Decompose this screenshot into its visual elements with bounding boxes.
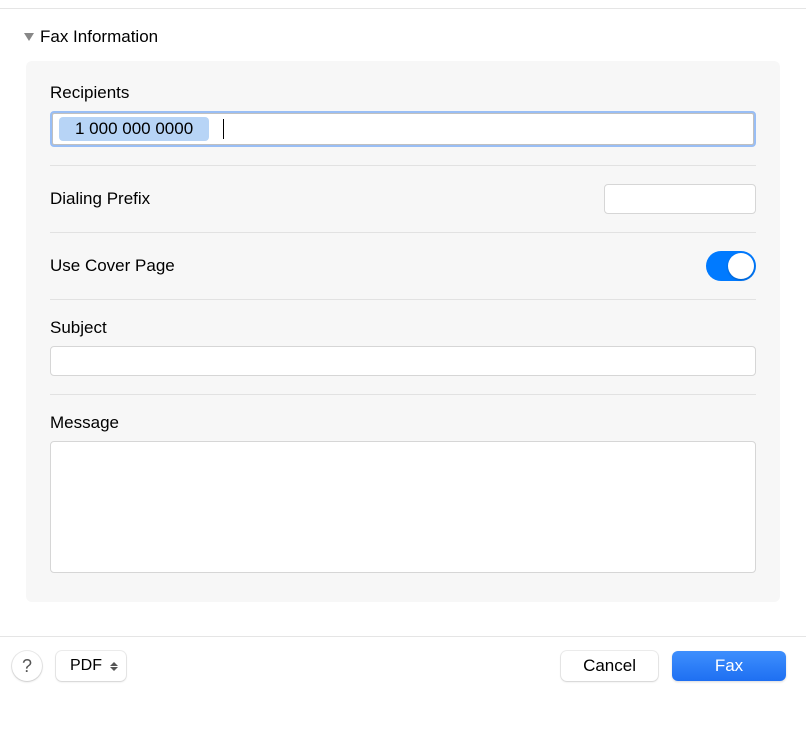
recipients-input[interactable]: 1 000 000 0000 xyxy=(50,111,756,147)
bottom-bar: ? PDF Cancel Fax xyxy=(0,651,806,681)
fax-button[interactable]: Fax xyxy=(672,651,786,681)
left-controls: ? PDF xyxy=(12,651,126,681)
divider xyxy=(50,232,756,233)
pdf-dropdown[interactable]: PDF xyxy=(56,651,126,681)
recipients-label: Recipients xyxy=(50,83,756,103)
use-cover-page-label: Use Cover Page xyxy=(50,256,175,276)
recipients-field-group: Recipients 1 000 000 0000 xyxy=(50,83,756,147)
fax-form: Recipients 1 000 000 0000 Dialing Prefix… xyxy=(26,61,780,602)
message-label: Message xyxy=(50,413,756,433)
section-header: Fax Information xyxy=(0,9,806,61)
help-icon: ? xyxy=(22,656,32,677)
subject-field-group: Subject xyxy=(50,318,756,376)
dialing-prefix-row: Dialing Prefix xyxy=(50,184,756,214)
use-cover-page-row: Use Cover Page xyxy=(50,251,756,281)
bottom-divider xyxy=(0,636,806,637)
subject-input[interactable] xyxy=(50,346,756,376)
cursor-caret-icon xyxy=(223,119,224,139)
use-cover-page-toggle[interactable] xyxy=(706,251,756,281)
right-controls: Cancel Fax xyxy=(561,651,786,681)
divider xyxy=(50,299,756,300)
message-field-group: Message xyxy=(50,413,756,578)
divider xyxy=(50,165,756,166)
dialing-prefix-input[interactable] xyxy=(604,184,756,214)
help-button[interactable]: ? xyxy=(12,651,42,681)
dialing-prefix-label: Dialing Prefix xyxy=(50,189,150,209)
pdf-label: PDF xyxy=(70,657,102,675)
toggle-knob xyxy=(728,253,754,279)
recipient-chip[interactable]: 1 000 000 0000 xyxy=(59,117,209,141)
section-title: Fax Information xyxy=(40,27,158,47)
chevron-down-icon[interactable] xyxy=(24,33,34,41)
subject-label: Subject xyxy=(50,318,756,338)
cancel-button[interactable]: Cancel xyxy=(561,651,658,681)
message-textarea[interactable] xyxy=(50,441,756,573)
divider xyxy=(50,394,756,395)
chevron-updown-icon xyxy=(110,662,118,671)
